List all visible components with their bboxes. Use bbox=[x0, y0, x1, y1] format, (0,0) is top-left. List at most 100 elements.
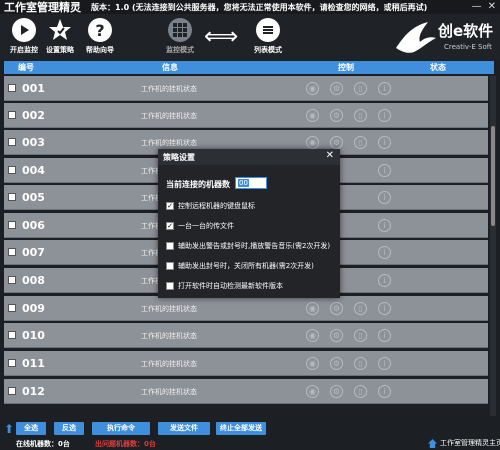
row-checkbox[interactable] bbox=[8, 84, 16, 92]
info-icon[interactable]: i bbox=[378, 82, 391, 95]
list-mode-button[interactable]: 列表模式 bbox=[246, 18, 290, 55]
info-icon[interactable]: i bbox=[378, 329, 391, 342]
eye-icon[interactable]: ◉ bbox=[306, 385, 319, 398]
row-id: 011 bbox=[22, 357, 45, 370]
invert-selection-button[interactable]: 反选 bbox=[54, 422, 84, 435]
info-icon[interactable]: i bbox=[378, 246, 391, 259]
table-row[interactable]: 012 工作机的挂机状态 ◉ ⚙ ▯ i bbox=[4, 379, 488, 404]
list-icon bbox=[256, 18, 280, 42]
select-all-button[interactable]: 全选 bbox=[16, 422, 46, 435]
arrow-up-icon[interactable]: ⬆ bbox=[4, 422, 14, 436]
checkbox-checked[interactable]: ✓ bbox=[166, 202, 174, 210]
option-one-by-one-transfer[interactable]: ✓ 一台一台的传文件 bbox=[166, 221, 234, 231]
option-close-all[interactable]: 辅助发出封号时，关闭所有机器(需2次开发) bbox=[166, 261, 314, 271]
option-warning-music[interactable]: 辅助发出警告或封号时,播放警告音乐(需2次开发) bbox=[166, 241, 330, 251]
col-info: 信息 bbox=[162, 63, 178, 72]
table-row[interactable]: 002 工作机的挂机状态 ◉ ⚙ ▯ i bbox=[4, 103, 488, 128]
settings-icon[interactable]: ⚙ bbox=[330, 82, 343, 95]
scrollbar[interactable] bbox=[490, 76, 496, 416]
settings-icon[interactable]: ⚙ bbox=[330, 136, 343, 149]
table-row[interactable]: 011 工作机的挂机状态 ◉ ⚙ ▯ i bbox=[4, 351, 488, 376]
row-checkbox[interactable] bbox=[8, 359, 16, 367]
file-icon[interactable]: ▯ bbox=[354, 357, 367, 370]
row-checkbox[interactable] bbox=[8, 248, 16, 256]
help-button[interactable]: ? 帮助向导 bbox=[78, 18, 122, 55]
info-icon[interactable]: i bbox=[378, 164, 391, 177]
row-checkbox[interactable] bbox=[8, 221, 16, 229]
eye-icon[interactable]: ◉ bbox=[306, 329, 319, 342]
info-icon[interactable]: i bbox=[378, 109, 391, 122]
switch-arrows-icon: ⟺ bbox=[204, 22, 239, 50]
close-button[interactable]: ✕ bbox=[488, 1, 496, 12]
row-id: 010 bbox=[22, 329, 45, 342]
row-checkbox[interactable] bbox=[8, 138, 16, 146]
exec-command-button[interactable]: 执行命令 bbox=[92, 422, 150, 435]
row-checkbox[interactable] bbox=[8, 304, 16, 312]
eye-icon[interactable]: ◉ bbox=[306, 109, 319, 122]
info-icon[interactable]: i bbox=[378, 274, 391, 287]
row-id: 008 bbox=[22, 274, 45, 287]
brand-logo: 创e软件 Creativ-E Soft bbox=[394, 18, 494, 58]
title-bar: 工作室管理精灵 版本：1.0 (无法连接到公共服务器，您将无法正常使用本软件，请… bbox=[0, 0, 500, 14]
option-label: 辅助发出警告或封号时,播放警告音乐(需2次开发) bbox=[178, 242, 331, 250]
info-icon[interactable]: i bbox=[378, 219, 391, 232]
file-icon[interactable]: ▯ bbox=[354, 136, 367, 149]
info-icon[interactable]: i bbox=[378, 302, 391, 315]
row-checkbox[interactable] bbox=[8, 331, 16, 339]
row-info: 工作机的挂机状态 bbox=[141, 360, 197, 368]
file-icon[interactable]: ▯ bbox=[354, 329, 367, 342]
machine-count-input[interactable]: 00 bbox=[235, 177, 267, 189]
checkbox-unchecked[interactable] bbox=[166, 242, 174, 250]
scrollbar-thumb[interactable] bbox=[491, 126, 495, 226]
settings-icon[interactable]: ⚙ bbox=[330, 329, 343, 342]
eye-icon[interactable]: ◉ bbox=[306, 82, 319, 95]
row-info: 工作机的挂机状态 bbox=[141, 332, 197, 340]
toolbar: 开启监控 设置策略 ? 帮助向导 监控模式 ⟺ 列表模式 创e软件 Creati… bbox=[0, 14, 500, 60]
row-checkbox[interactable] bbox=[8, 387, 16, 395]
row-checkbox[interactable] bbox=[8, 193, 16, 201]
table-row[interactable]: 009 工作机的挂机状态 ◉ ⚙ ▯ i bbox=[4, 296, 488, 321]
file-icon[interactable]: ▯ bbox=[354, 109, 367, 122]
machine-count-label: 当前连接的机器数 bbox=[166, 180, 230, 189]
row-id: 009 bbox=[22, 302, 45, 315]
table-row[interactable]: 010 工作机的挂机状态 ◉ ⚙ ▯ i bbox=[4, 323, 488, 348]
stop-all-send-button[interactable]: 终止全部发送 bbox=[216, 422, 266, 435]
settings-icon[interactable]: ⚙ bbox=[330, 302, 343, 315]
bird-logo-icon bbox=[396, 22, 436, 53]
option-auto-update[interactable]: 打开软件时自动检测最新软件版本 bbox=[166, 281, 283, 291]
row-checkbox[interactable] bbox=[8, 166, 16, 174]
table-row[interactable]: 001 工作机的挂机状态 ◉ ⚙ ▯ i bbox=[4, 76, 488, 101]
minimize-button[interactable]: — bbox=[472, 1, 482, 12]
option-keyboard-mouse[interactable]: ✓ 控制远程机器的键盘鼠标 bbox=[166, 201, 255, 211]
option-label: 辅助发出封号时，关闭所有机器(需2次开发) bbox=[178, 262, 314, 270]
info-icon[interactable]: i bbox=[378, 385, 391, 398]
info-icon[interactable]: i bbox=[378, 191, 391, 204]
file-icon[interactable]: ▯ bbox=[354, 302, 367, 315]
row-id: 004 bbox=[22, 164, 45, 177]
online-count: 在线机器数：0台 bbox=[16, 440, 70, 448]
list-mode-label: 列表模式 bbox=[254, 46, 282, 54]
send-file-button[interactable]: 发送文件 bbox=[158, 422, 210, 435]
file-icon[interactable]: ▯ bbox=[354, 385, 367, 398]
checkbox-unchecked[interactable] bbox=[166, 262, 174, 270]
homepage-link[interactable]: 工作室管理精灵主页 bbox=[428, 438, 500, 448]
row-checkbox[interactable] bbox=[8, 276, 16, 284]
checkbox-checked[interactable]: ✓ bbox=[166, 222, 174, 230]
settings-icon[interactable]: ⚙ bbox=[330, 385, 343, 398]
play-icon bbox=[12, 18, 36, 42]
monitor-mode-button[interactable]: 监控模式 bbox=[158, 18, 202, 55]
dialog-close-button[interactable]: ✕ bbox=[326, 150, 334, 161]
eye-icon[interactable]: ◉ bbox=[306, 302, 319, 315]
problem-count: 出问题机器数：0台 bbox=[95, 440, 156, 448]
eye-icon[interactable]: ◉ bbox=[306, 136, 319, 149]
settings-icon[interactable]: ⚙ bbox=[330, 109, 343, 122]
checkbox-unchecked[interactable] bbox=[166, 282, 174, 290]
eye-icon[interactable]: ◉ bbox=[306, 357, 319, 370]
strategy-button[interactable]: 设置策略 bbox=[38, 18, 82, 55]
file-icon[interactable]: ▯ bbox=[354, 82, 367, 95]
info-icon[interactable]: i bbox=[378, 136, 391, 149]
settings-icon[interactable]: ⚙ bbox=[330, 357, 343, 370]
bottom-bar: ⬆ 全选 反选 执行命令 发送文件 终止全部发送 在线机器数：0台 出问题机器数… bbox=[0, 418, 500, 450]
row-checkbox[interactable] bbox=[8, 111, 16, 119]
info-icon[interactable]: i bbox=[378, 357, 391, 370]
